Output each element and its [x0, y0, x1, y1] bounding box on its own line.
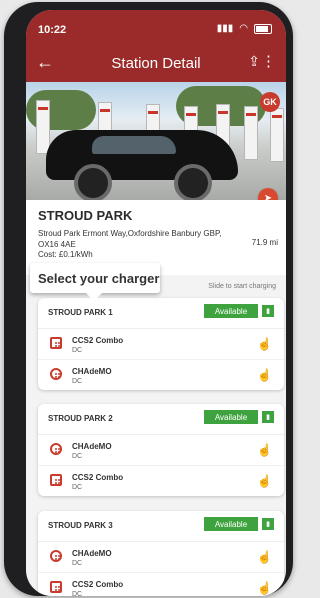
station-distance: 71.9 mi [251, 238, 278, 247]
connector-name: CHAdeMO [72, 367, 112, 376]
station-name: STROUD PARK [38, 208, 133, 223]
connector-type: DC [72, 347, 83, 354]
signal-icon: ▮▮▮ [216, 23, 234, 34]
ccs2-connector-icon [50, 474, 62, 486]
car-image [46, 130, 238, 200]
charger-card-header: STROUD PARK 1 Available ▮ [38, 298, 284, 329]
plug-icon: ▮ [262, 518, 274, 530]
charger-post [36, 100, 50, 154]
select-charger-callout: Select your charger [30, 263, 160, 301]
connector-type: DC [72, 560, 83, 567]
ccs2-connector-icon [50, 581, 62, 593]
car-wheel [74, 164, 112, 200]
charger-card-3[interactable]: STROUD PARK 3 Available ▮ CHAdeMO DC ☝ C… [38, 511, 284, 596]
car-window [92, 136, 176, 154]
station-photo [26, 82, 286, 200]
chademo-connector-icon [50, 443, 62, 455]
tap-hand-icon[interactable]: ☝ [257, 443, 272, 457]
chademo-connector-icon [50, 550, 62, 562]
more-options-icon[interactable]: ⋮ [261, 52, 276, 70]
status-badge: Available [204, 517, 258, 531]
battery-icon [254, 23, 272, 34]
connector-type: DC [72, 484, 83, 491]
charger-title: STROUD PARK 2 [48, 414, 113, 423]
phone-frame: 10:22 ▮▮▮ ◠ ← Station Detail ⇪ ⋮ GK ➤ ST… [4, 2, 293, 596]
car-wheel [174, 164, 212, 200]
charger-card-header: STROUD PARK 3 Available ▮ [38, 511, 284, 542]
charger-card-header: STROUD PARK 2 Available ▮ [38, 404, 284, 435]
tap-hand-icon[interactable]: ☝ [257, 581, 272, 595]
charger-card-1[interactable]: STROUD PARK 1 Available ▮ CCS2 Combo DC … [38, 298, 284, 390]
tap-hand-icon[interactable]: ☝ [257, 368, 272, 382]
plug-icon: ▮ [262, 305, 274, 317]
tap-hand-icon[interactable]: ☝ [257, 337, 272, 351]
connector-type: DC [72, 591, 83, 596]
ccs2-connector-icon [50, 337, 62, 349]
top-app-bar: ← Station Detail ⇪ ⋮ [26, 44, 286, 82]
charger-post [270, 108, 284, 162]
station-address: Stroud Park Ermont Way,Oxfordshire Banbu… [38, 229, 222, 249]
plug-icon: ▮ [262, 411, 274, 423]
status-bar: 10:22 ▮▮▮ ◠ [26, 10, 286, 44]
tap-hand-icon[interactable]: ☝ [257, 474, 272, 488]
status-badge: Available [204, 304, 258, 318]
connector-type: DC [72, 378, 83, 385]
connector-type: DC [72, 453, 83, 460]
connector-name: CHAdeMO [72, 549, 112, 558]
connector-row[interactable]: CHAdeMO DC ☝ [38, 542, 284, 573]
connector-row[interactable]: CCS2 Combo DC ☝ [38, 466, 284, 496]
wifi-icon: ◠ [239, 23, 248, 34]
connector-row[interactable]: CHAdeMO DC ☝ [38, 360, 284, 390]
operator-badge: GK [260, 92, 280, 112]
chademo-connector-icon [50, 368, 62, 380]
connector-name: CCS2 Combo [72, 473, 124, 482]
connector-row[interactable]: CHAdeMO DC ☝ [38, 435, 284, 466]
charger-post [244, 106, 258, 160]
share-icon[interactable]: ⇪ [248, 53, 260, 70]
app-screen: 10:22 ▮▮▮ ◠ ← Station Detail ⇪ ⋮ GK ➤ ST… [26, 10, 286, 596]
connector-name: CHAdeMO [72, 442, 112, 451]
status-time: 10:22 [38, 24, 67, 36]
connector-name: CCS2 Combo [72, 580, 124, 589]
status-icons: ▮▮▮ ◠ [217, 23, 272, 34]
connector-row[interactable]: CCS2 Combo DC ☝ [38, 573, 284, 596]
page-title: Station Detail [111, 55, 201, 72]
connector-row[interactable]: CCS2 Combo DC ☝ [38, 329, 284, 360]
tap-hand-icon[interactable]: ☝ [257, 550, 272, 564]
connector-name: CCS2 Combo [72, 336, 124, 345]
charger-title: STROUD PARK 3 [48, 521, 113, 530]
charger-title: STROUD PARK 1 [48, 308, 113, 317]
charger-card-2[interactable]: STROUD PARK 2 Available ▮ CHAdeMO DC ☝ C… [38, 404, 284, 496]
status-badge: Available [204, 410, 258, 424]
slide-hint: Slide to start charging [208, 283, 276, 290]
station-cost: Cost: £0.1/kWh [38, 250, 93, 259]
